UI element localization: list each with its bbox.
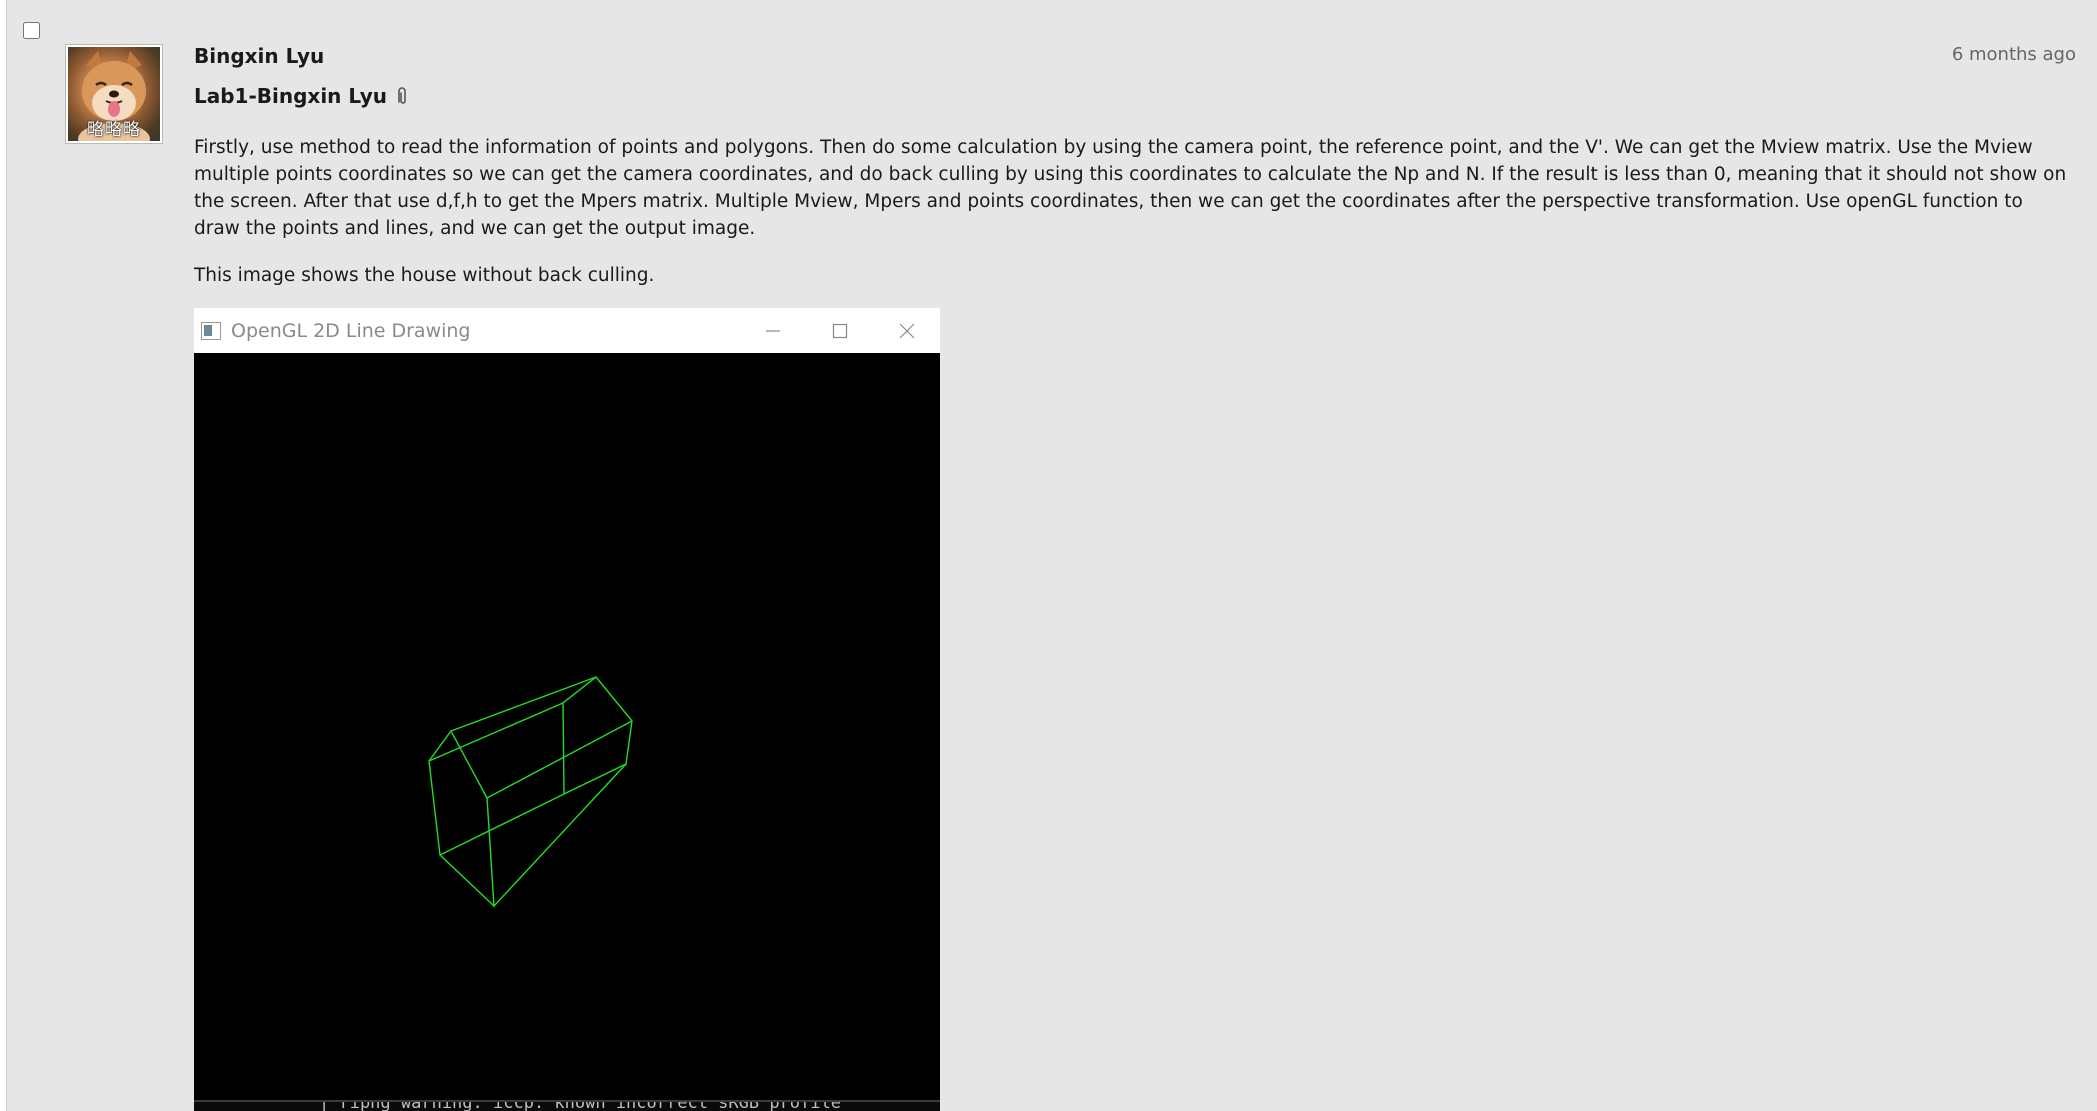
window-title: OpenGL 2D Line Drawing	[231, 319, 471, 342]
close-icon	[873, 308, 940, 353]
post-title[interactable]: Lab1-Bingxin Lyu	[194, 84, 387, 108]
post-timestamp: 6 months ago	[1951, 44, 2076, 65]
maximize-icon	[806, 308, 873, 353]
opengl-screenshot: OpenGL 2D Line Drawing | ripng warning: …	[194, 308, 940, 1111]
window-controls	[739, 308, 940, 353]
select-post-checkbox[interactable]	[23, 22, 40, 39]
house-wireframe	[428, 676, 633, 908]
opengl-canvas: | ripng warning: iccp: known incorrect s…	[194, 353, 940, 1111]
window-titlebar: OpenGL 2D Line Drawing	[194, 308, 940, 353]
discussion-post: 略略略 Bingxin Lyu 6 months ago Lab1-Bingxi…	[6, 0, 2097, 1111]
avatar-image: 略略略	[68, 47, 160, 141]
console-strip: | ripng warning: iccp: known incorrect s…	[194, 1100, 940, 1111]
post-body: Firstly, use method to read the informat…	[194, 137, 2067, 239]
author-name[interactable]: Bingxin Lyu	[194, 44, 324, 68]
paperclip-icon	[395, 86, 409, 106]
post-title-row: Lab1-Bingxin Lyu	[194, 84, 409, 108]
console-text: | ripng warning: iccp: known incorrect s…	[319, 1100, 841, 1111]
avatar-caption: 略略略	[87, 120, 141, 140]
window-app-icon	[201, 321, 221, 340]
avatar[interactable]: 略略略	[65, 44, 163, 144]
minimize-icon	[739, 308, 806, 353]
image-caption: This image shows the house without back …	[194, 265, 655, 286]
